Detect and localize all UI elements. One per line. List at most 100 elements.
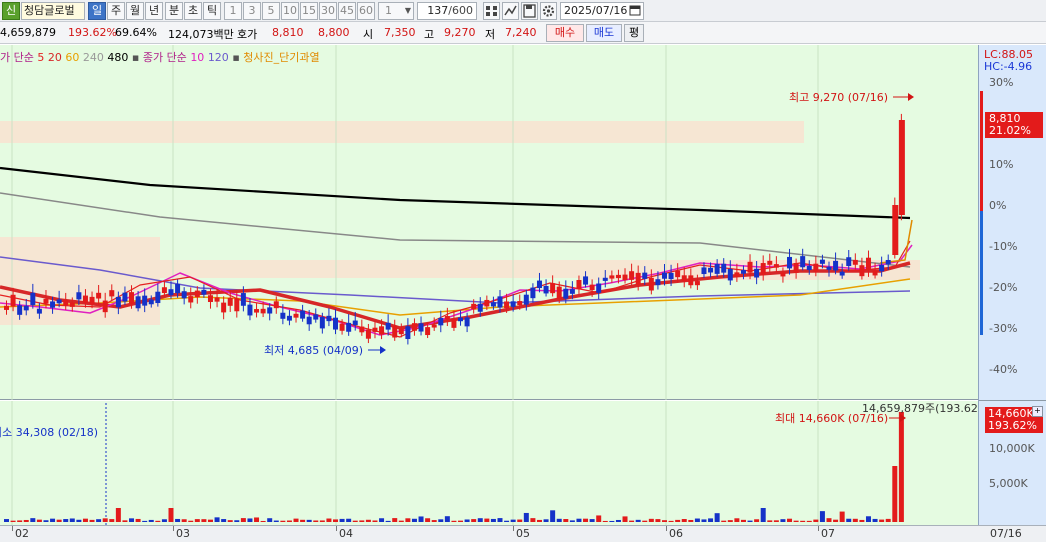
volume-bar <box>747 520 753 522</box>
indicator-legend: 가 단순 5 20 60 240 480 ▪ 종가 단순 10 120 ▪ 청사… <box>0 49 320 65</box>
candle-body <box>240 293 246 306</box>
candle-body <box>813 263 819 272</box>
candle-body <box>879 264 885 272</box>
volume-bar <box>569 520 575 522</box>
candle-body <box>188 296 194 303</box>
candle-body <box>464 317 470 327</box>
volume-bar <box>431 520 437 522</box>
high-price: 9,270 <box>444 26 476 39</box>
candle-body <box>839 271 845 276</box>
volume-bar <box>286 520 292 522</box>
date-label-mar: 03 <box>176 527 190 540</box>
date-field[interactable]: 2025/07/16 <box>560 2 644 20</box>
interval-60-button[interactable]: 60 <box>357 2 375 20</box>
stock-name-field[interactable]: 청담글로벌 <box>21 2 85 20</box>
volume-bar <box>89 519 95 522</box>
date-label-jun: 06 <box>669 527 683 540</box>
legend-ma20: 20 <box>47 51 62 64</box>
save-icon[interactable] <box>521 2 538 20</box>
volume-bar <box>444 516 450 522</box>
compare-icon[interactable] <box>502 2 519 20</box>
interval-30-button[interactable]: 30 <box>319 2 337 20</box>
candle-body <box>227 297 233 306</box>
candle-body <box>247 304 253 316</box>
pct-label-30: 30% <box>989 76 1014 89</box>
candle-body <box>109 290 115 297</box>
volume-bar <box>839 511 845 522</box>
period-tick-tab[interactable]: 틱 <box>203 2 221 20</box>
candle-body <box>708 267 714 273</box>
volume-bar <box>806 520 812 522</box>
price-chart-svg[interactable]: 최고 9,270 (07/16) 최저 4,685 (04/09) <box>0 45 978 400</box>
high-arrow-icon <box>908 93 914 101</box>
ask-price: 8,810 <box>272 26 304 39</box>
volume-chart-svg[interactable]: 최대 14,660K (07/16)최소 34,308 (02/18)14,65… <box>0 401 978 525</box>
volume-bar <box>181 519 187 522</box>
interval-3-button[interactable]: 3 <box>243 2 261 20</box>
candle-body <box>306 316 312 325</box>
expand-icon[interactable]: + <box>1032 406 1043 417</box>
tick-may <box>513 526 514 531</box>
eval-button[interactable]: 평 <box>624 24 644 42</box>
volume-bar <box>622 516 628 522</box>
count-field[interactable]: 137/600 <box>417 2 477 20</box>
current-price-badge: 8,810 21.02% <box>985 112 1043 138</box>
period-week-tab[interactable]: 주 <box>107 2 125 20</box>
candle-body <box>530 287 536 299</box>
period-second-tab[interactable]: 초 <box>184 2 202 20</box>
code-badge[interactable]: 신 <box>2 2 20 20</box>
candle-body <box>596 283 602 293</box>
candle-body <box>175 283 181 294</box>
volume-bar <box>609 520 615 522</box>
interval-1-button[interactable]: 1 <box>224 2 242 20</box>
volume-bar <box>43 520 49 522</box>
volume-bar <box>517 519 523 522</box>
period-month-tab[interactable]: 월 <box>126 2 144 20</box>
interval-15-button[interactable]: 15 <box>300 2 318 20</box>
candle-body <box>767 260 773 265</box>
period-day-tab[interactable]: 일 <box>88 2 106 20</box>
volume-bar <box>17 520 23 522</box>
volume-bar <box>365 519 371 522</box>
volume-chart-pane[interactable]: 최대 14,660K (07/16) 최소 34,308 (02/18) 14,65… <box>0 401 978 525</box>
volume-bar <box>82 518 88 522</box>
sell-button[interactable]: 매도 <box>586 24 622 42</box>
interval-5-button[interactable]: 5 <box>262 2 280 20</box>
volume-bar <box>898 412 904 522</box>
calendar-icon[interactable] <box>629 4 641 21</box>
interval-45-button[interactable]: 45 <box>338 2 356 20</box>
candle-body <box>668 272 674 280</box>
volume-bar <box>615 519 621 522</box>
candle-body <box>497 296 503 308</box>
volume-bar <box>727 520 733 522</box>
interval-select[interactable]: 1 ▼ <box>378 2 414 20</box>
gear-icon[interactable] <box>540 2 557 20</box>
volume-bar <box>254 517 260 522</box>
candle-body <box>161 287 167 294</box>
volume-bar <box>201 519 207 522</box>
candle-body <box>359 326 365 333</box>
volume-bar <box>260 520 266 522</box>
price-chart-pane[interactable]: 최고 9,270 (07/16) 최저 4,685 (04/09) 가 단순 5 … <box>0 45 978 400</box>
volume-bar <box>23 519 29 522</box>
interval-select-value: 1 <box>385 4 392 17</box>
volume-bar <box>543 519 549 522</box>
volume-bar <box>418 516 424 522</box>
volume-bar <box>247 518 253 522</box>
candle-body <box>135 296 141 309</box>
candle-body <box>569 289 575 294</box>
candle-body <box>865 257 871 271</box>
volume-bar <box>787 518 793 522</box>
candle-body <box>872 270 878 276</box>
volume-bar <box>306 519 312 522</box>
zoom-icon[interactable] <box>483 2 500 20</box>
candle-body <box>372 327 378 332</box>
period-year-tab[interactable]: 년 <box>145 2 163 20</box>
pct-label-minus20: -20% <box>989 281 1018 294</box>
candle-body <box>425 327 431 336</box>
buy-button[interactable]: 매수 <box>546 24 584 42</box>
volume-bar <box>188 520 194 522</box>
interval-10-button[interactable]: 10 <box>281 2 299 20</box>
period-minute-tab[interactable]: 분 <box>165 2 183 20</box>
candle-body <box>471 303 477 310</box>
